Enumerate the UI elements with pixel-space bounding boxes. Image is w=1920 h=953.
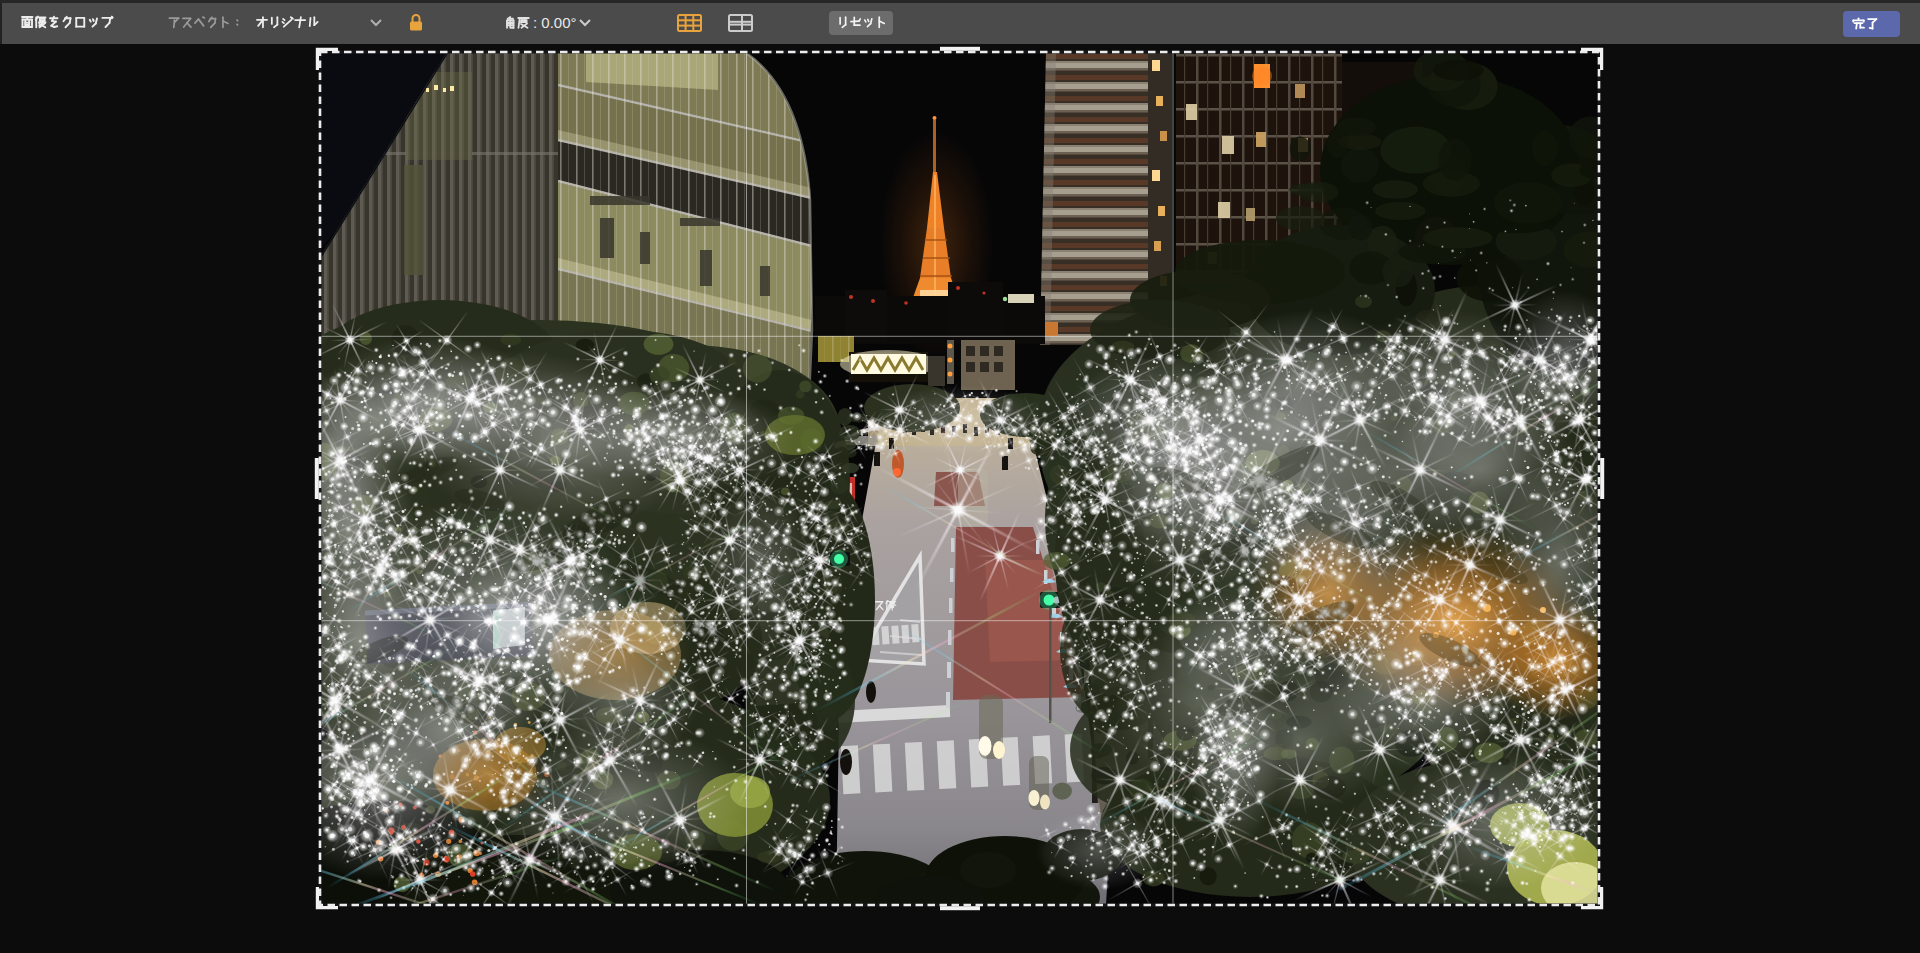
svg-text:: 0.00°: : 0.00° bbox=[533, 14, 577, 31]
